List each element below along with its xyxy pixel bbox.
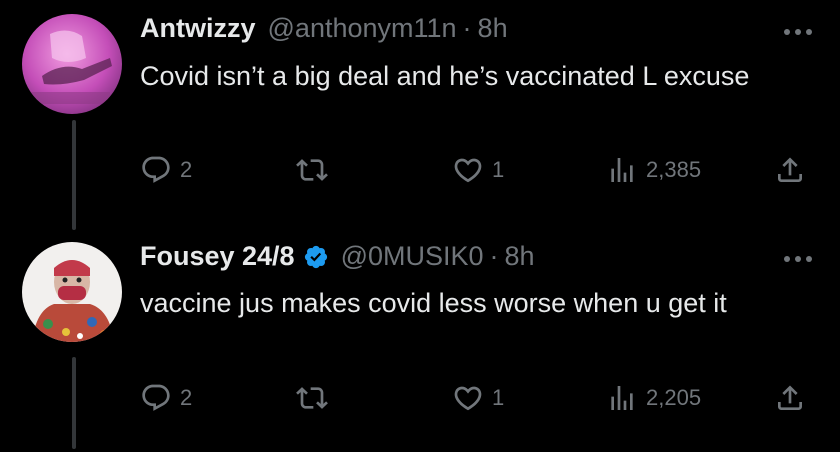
like-button[interactable]: 1 <box>452 382 504 414</box>
retweet-icon <box>296 387 328 409</box>
share-button[interactable] <box>774 154 806 186</box>
tweet-header: Fousey 24/8 @0MUSIK0 · 8h <box>140 241 535 272</box>
like-count: 1 <box>492 157 505 182</box>
masked-person-avatar-icon <box>22 242 122 342</box>
heart-icon <box>454 158 482 183</box>
separator: · <box>462 13 472 43</box>
views-button[interactable]: 2,385 <box>606 154 701 186</box>
more-options-icon[interactable] <box>784 29 812 35</box>
verified-badge-icon <box>303 244 329 270</box>
reply-icon <box>142 384 170 411</box>
reply-icon <box>142 156 170 183</box>
retweet-button[interactable] <box>296 154 336 186</box>
avatar[interactable] <box>22 242 122 342</box>
more-options-icon[interactable] <box>784 256 812 262</box>
views-count: 2,385 <box>646 157 702 182</box>
heart-icon <box>454 386 482 411</box>
thread-line <box>72 120 76 230</box>
views-chart-icon <box>611 158 633 182</box>
display-name[interactable]: Fousey 24/8 <box>140 241 295 272</box>
share-icon <box>778 385 802 410</box>
reply-button[interactable]: 2 <box>140 154 192 186</box>
pink-photo-avatar-icon <box>22 14 122 114</box>
reply-button[interactable]: 2 <box>140 382 192 414</box>
share-icon <box>778 157 802 182</box>
user-handle[interactable]: @anthonym11n <box>268 13 457 44</box>
separator: · <box>489 241 499 271</box>
like-button[interactable]: 1 <box>452 154 504 186</box>
thread-line <box>72 357 76 449</box>
retweet-button[interactable] <box>296 382 336 414</box>
reply-count: 2 <box>180 385 193 410</box>
timestamp[interactable]: 8h <box>505 241 535 272</box>
retweet-icon <box>296 159 328 181</box>
views-chart-icon <box>611 386 633 410</box>
share-button[interactable] <box>774 382 806 414</box>
display-name[interactable]: Antwizzy <box>140 13 256 44</box>
tweet-text: Covid isn’t a big deal and he’s vaccinat… <box>140 61 750 91</box>
views-count: 2,205 <box>646 385 702 410</box>
timestamp[interactable]: 8h <box>478 13 508 44</box>
tweet-text: vaccine jus makes covid less worse when … <box>140 288 727 318</box>
views-button[interactable]: 2,205 <box>606 382 701 414</box>
avatar[interactable] <box>22 14 122 114</box>
reply-count: 2 <box>180 157 193 182</box>
like-count: 1 <box>492 385 505 410</box>
tweet-header: Antwizzy @anthonym11n · 8h <box>140 13 508 44</box>
user-handle[interactable]: @0MUSIK0 <box>341 241 484 272</box>
